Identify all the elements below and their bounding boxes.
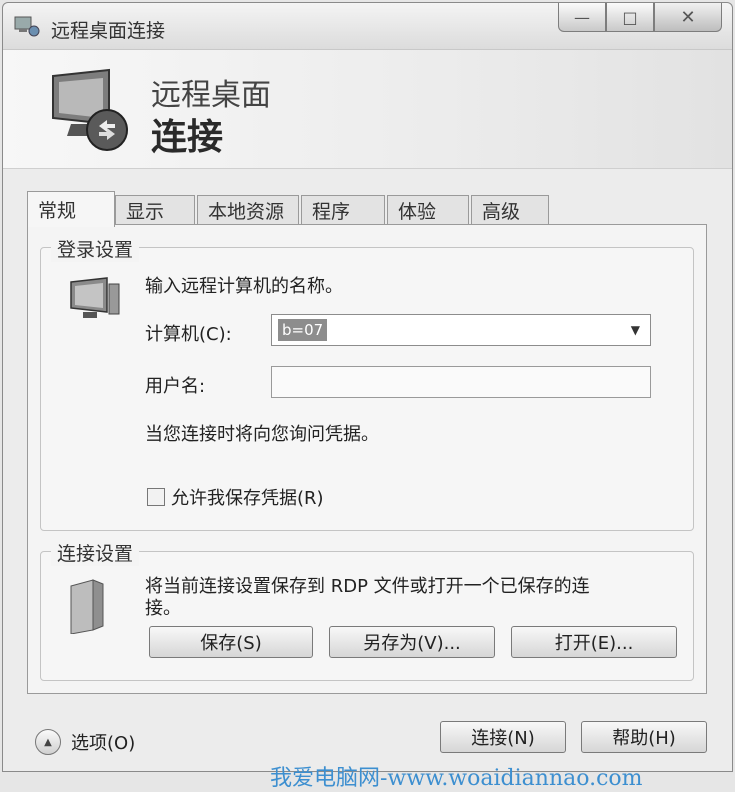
tab-experience[interactable]: 体验: [387, 195, 469, 225]
close-icon: ✕: [680, 6, 696, 28]
save-button[interactable]: 保存(S): [149, 626, 313, 658]
remote-desktop-logo-icon: [52, 68, 128, 151]
computer-label: 计算机(C):: [145, 324, 232, 345]
username-field[interactable]: [271, 366, 651, 398]
tab-programs[interactable]: 程序: [301, 195, 385, 225]
tab-general[interactable]: 常规: [27, 191, 115, 227]
open-button[interactable]: 打开(E)...: [511, 626, 677, 658]
window-controls: — □ ✕: [558, 3, 722, 33]
general-tab-panel: 登录设置 输入远程计算机的名称。 计算机(C): b=07 ▼ 用户名: 当您连…: [27, 224, 707, 694]
tab-local-resources[interactable]: 本地资源: [197, 195, 299, 225]
options-toggle[interactable]: ▲ 选项(O): [35, 727, 135, 757]
login-settings-group: 登录设置 输入远程计算机的名称。 计算机(C): b=07 ▼ 用户名: 当您连…: [40, 235, 694, 531]
allow-save-credentials-label[interactable]: 允许我保存凭据(R): [171, 484, 324, 510]
computer-name-prompt: 输入远程计算机的名称。: [145, 276, 343, 297]
maximize-icon: □: [622, 7, 638, 27]
computer-combobox[interactable]: b=07 ▼: [271, 314, 651, 346]
minimize-icon: —: [574, 7, 590, 27]
options-label: 选项(O): [71, 733, 136, 754]
connection-description-line2: 接。: [145, 598, 181, 619]
username-label: 用户名:: [145, 376, 206, 397]
connect-button[interactable]: 连接(N): [440, 721, 566, 753]
remote-desktop-app-icon: [14, 16, 40, 37]
maximize-button[interactable]: □: [606, 3, 654, 32]
computer-icon: [70, 277, 120, 318]
login-settings-title: 登录设置: [51, 235, 140, 262]
connection-description-line1: 将当前连接设置保存到 RDP 文件或打开一个已保存的连: [145, 576, 590, 597]
header-banner: 远程桌面 连接: [3, 50, 732, 169]
close-button[interactable]: ✕: [654, 3, 722, 32]
title-bar: 远程桌面连接 — □ ✕: [3, 3, 732, 50]
save-as-button[interactable]: 另存为(V)...: [329, 626, 495, 658]
allow-save-credentials-checkbox[interactable]: [147, 488, 165, 506]
computer-value: b=07: [278, 319, 328, 341]
minimize-button[interactable]: —: [558, 3, 606, 32]
chevron-up-icon[interactable]: ▲: [35, 729, 61, 755]
connection-settings-title: 连接设置: [51, 539, 140, 566]
tab-advanced[interactable]: 高级: [471, 195, 549, 225]
chevron-down-icon[interactable]: ▼: [631, 323, 640, 337]
site-watermark: 我爱电脑网-www.woaidiannao.com: [270, 766, 643, 791]
window-title: 远程桌面连接: [51, 20, 166, 42]
help-button[interactable]: 帮助(H): [581, 721, 707, 753]
connection-settings-group: 连接设置 将当前连接设置保存到 RDP 文件或打开一个已保存的连 接。 保存(S…: [40, 539, 694, 681]
banner-title-line2: 连接: [151, 117, 224, 158]
rdp-file-icon: [70, 579, 104, 634]
tab-display[interactable]: 显示: [115, 195, 195, 225]
remote-desktop-window: 远程桌面连接 — □ ✕ 远程桌面 连接 常规 显示 本地资源 程序 体验 高级…: [2, 2, 733, 772]
credentials-note: 当您连接时将向您询问凭据。: [145, 424, 379, 445]
